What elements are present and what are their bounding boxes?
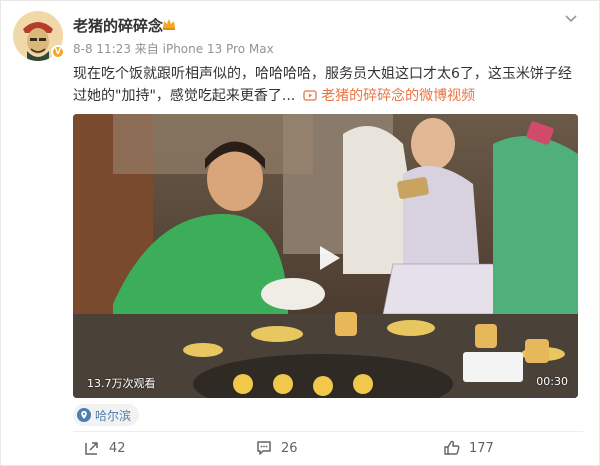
like-count: 177 xyxy=(469,440,494,456)
comment-icon xyxy=(257,441,271,455)
v-verified-icon: V xyxy=(51,45,65,59)
repost-icon xyxy=(85,442,98,455)
post-meta: 8-8 11:23 来自 iPhone 13 Pro Max xyxy=(73,42,274,56)
video-duration: 00:30 xyxy=(536,375,568,388)
thumb-up-icon xyxy=(444,440,460,455)
video-link-icon xyxy=(303,90,317,101)
action-bar: 42 26 177 xyxy=(73,435,583,461)
chevron-down-icon[interactable] xyxy=(563,10,579,26)
like-button[interactable]: 177 xyxy=(395,435,583,461)
video-source-link[interactable]: 老猪的碎碎念的微博视频 xyxy=(321,88,475,104)
repost-button[interactable]: 42 xyxy=(73,435,223,461)
comment-count: 26 xyxy=(281,440,298,456)
location-pin-icon xyxy=(77,408,91,422)
weibo-post-card: V 老猪的碎碎念 8-8 11:23 来自 iPhone 13 Pro Max … xyxy=(0,0,600,466)
divider xyxy=(73,431,583,432)
location-tag[interactable]: 哈尔滨 xyxy=(73,404,140,426)
post-text: 现在吃个饭就跟听相声似的，哈哈哈哈，服务员大姐这口才太6了，这玉米饼子经过她的"… xyxy=(73,63,573,107)
play-icon[interactable] xyxy=(310,240,346,276)
repost-count: 42 xyxy=(109,440,126,456)
comment-button[interactable]: 26 xyxy=(223,435,395,461)
video-player[interactable]: 13.7万次观看 00:30 xyxy=(73,114,578,398)
author-name[interactable]: 老猪的碎碎念 xyxy=(73,15,163,36)
location-name: 哈尔滨 xyxy=(95,408,132,423)
video-view-count: 13.7万次观看 xyxy=(87,377,156,390)
crown-icon xyxy=(163,19,175,30)
